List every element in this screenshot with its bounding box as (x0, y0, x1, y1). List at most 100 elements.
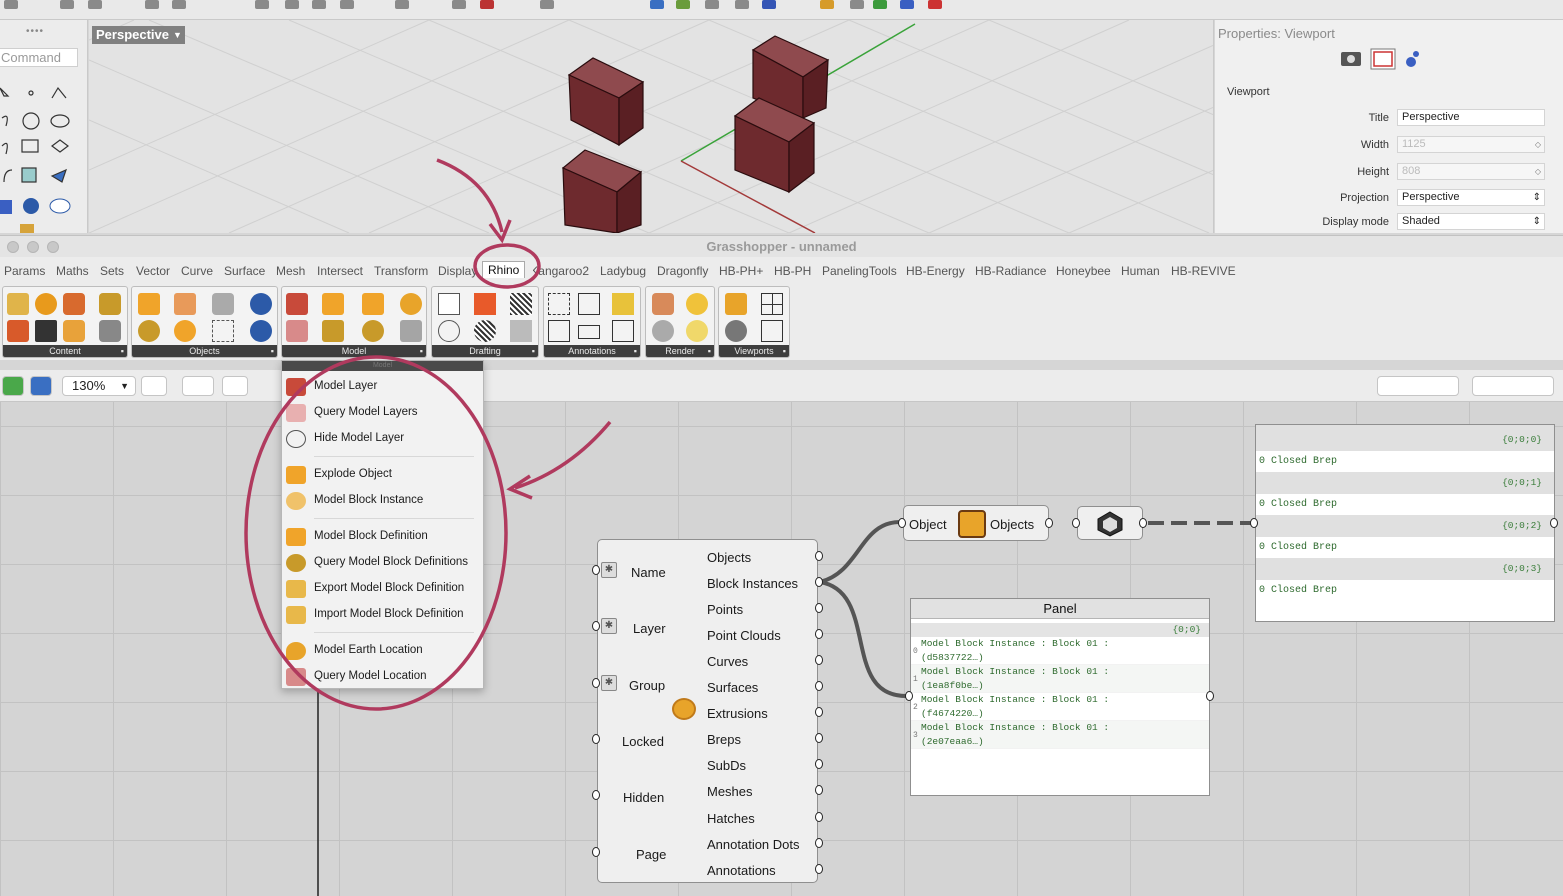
component-icon[interactable] (322, 320, 344, 342)
tab-kangaroo2[interactable]: Kangaroo2 (533, 264, 589, 278)
output-port[interactable] (815, 629, 823, 639)
block-icon[interactable] (362, 293, 384, 315)
input-port[interactable] (592, 678, 600, 688)
tab-params[interactable]: Params (4, 264, 45, 278)
menu-item-import-model-block-definition[interactable]: Import Model Block Definition (282, 604, 483, 626)
input-name[interactable]: Name (631, 565, 666, 580)
input-port[interactable] (592, 790, 600, 800)
output-port[interactable] (815, 785, 823, 795)
query-icon[interactable] (652, 320, 674, 342)
input-port[interactable] (592, 847, 600, 857)
tab-rhino[interactable]: Rhino (482, 261, 526, 278)
zoom-icon[interactable] (395, 0, 409, 9)
input-port[interactable] (898, 518, 906, 528)
tab-intersect[interactable]: Intersect (317, 264, 363, 278)
tab-hb-radiance[interactable]: HB-Radiance (975, 264, 1046, 278)
display-mode-buttons[interactable] (1472, 376, 1554, 396)
input-page[interactable]: Page (636, 847, 666, 862)
tab-hb-revive[interactable]: HB-REVIVE (1171, 264, 1236, 278)
open-icon[interactable] (2, 376, 24, 396)
output-point-clouds[interactable]: Point Clouds (707, 628, 781, 643)
tool-icon[interactable] (735, 0, 749, 9)
title-field[interactable]: Perspective (1397, 109, 1545, 126)
copy-icon[interactable] (172, 0, 186, 9)
zoom-icon[interactable] (312, 0, 326, 9)
menu-item-model-block-definition[interactable]: Model Block Definition (282, 526, 483, 548)
projection-select[interactable]: Perspective ⇕ (1397, 189, 1545, 206)
tool-icon[interactable] (540, 0, 554, 9)
query-icon[interactable] (686, 320, 708, 342)
menu-item-model-layer[interactable]: Model Layer (282, 376, 483, 398)
ribbon-group-objects[interactable]: Objects ▪ (131, 286, 278, 358)
height-field[interactable]: 808 ◇ (1397, 163, 1545, 180)
brep-output-panel[interactable]: {0;0;0} 0 Closed Brep {0;0;1} 0 Closed B… (1255, 424, 1555, 622)
box-icon[interactable] (138, 293, 160, 315)
sphere-icon[interactable] (250, 293, 272, 315)
tool-icon[interactable] (255, 0, 269, 9)
tool-icon[interactable] (705, 0, 719, 9)
tab-hb-ph-plus[interactable]: HB-PH+ (719, 264, 763, 278)
light-icon[interactable] (686, 293, 708, 315)
save-icon[interactable] (30, 376, 52, 396)
grid-icon[interactable] (174, 293, 196, 315)
query-model-objects-component[interactable]: ✱ Name ✱ Layer ✱ Group Locked Hidden Pag… (597, 539, 818, 883)
menu-item-model-block-instance[interactable]: Model Block Instance (282, 490, 483, 512)
component-icon[interactable] (99, 320, 121, 342)
output-meshes[interactable]: Meshes (707, 784, 753, 799)
display-mode-select[interactable]: Shaded ⇕ (1397, 213, 1545, 230)
brush-icon[interactable] (212, 293, 234, 315)
query-icon[interactable] (761, 320, 783, 342)
perspective-viewport[interactable]: Perspective ▼ (89, 20, 1214, 233)
output-port[interactable] (815, 864, 823, 874)
tool-icon[interactable] (820, 0, 834, 9)
input-port[interactable] (1072, 518, 1080, 528)
tab-vector[interactable]: Vector (136, 264, 170, 278)
output-surfaces[interactable]: Surfaces (707, 680, 758, 695)
output-port[interactable] (1139, 518, 1147, 528)
camera-icon[interactable] (725, 320, 747, 342)
sketch-icon[interactable] (222, 376, 248, 396)
query-layers-icon[interactable] (286, 320, 308, 342)
output-port[interactable] (1045, 518, 1053, 528)
output-curves[interactable]: Curves (707, 654, 748, 669)
command-input[interactable]: Command (0, 48, 78, 67)
material-icon[interactable] (652, 293, 674, 315)
output-port[interactable] (1550, 518, 1558, 528)
output-hatches[interactable]: Hatches (707, 811, 755, 826)
input-port[interactable] (1250, 518, 1258, 528)
tab-curve[interactable]: Curve (181, 264, 213, 278)
explode-object-component[interactable]: Object Objects (903, 505, 1049, 541)
tab-dragonfly[interactable]: Dragonfly (657, 264, 708, 278)
dimension-icon[interactable] (548, 320, 570, 342)
menu-item-model-earth-location[interactable]: Model Earth Location (282, 640, 483, 662)
eye-icon[interactable] (182, 376, 214, 396)
menu-item-explode-object[interactable]: Explode Object (282, 464, 483, 486)
input-layer[interactable]: Layer (633, 621, 666, 636)
menu-item-query-model-layers[interactable]: Query Model Layers (282, 402, 483, 424)
tool-icon[interactable] (873, 0, 887, 9)
explode-input[interactable]: Object (909, 517, 947, 532)
leader-icon[interactable] (578, 293, 600, 315)
component-icon[interactable] (63, 320, 85, 342)
table-icon[interactable] (438, 293, 460, 315)
info-icon[interactable] (35, 293, 57, 315)
zoom-icon[interactable] (340, 0, 354, 9)
output-objects[interactable]: Objects (707, 550, 751, 565)
ribbon-group-annotations[interactable]: Annotations ▪ (543, 286, 641, 358)
component-icon[interactable] (7, 293, 29, 315)
menu-item-query-model-location[interactable]: Query Model Location (282, 666, 483, 688)
hatch-icon[interactable] (474, 320, 496, 342)
tool-icon[interactable] (650, 0, 664, 9)
output-port[interactable] (815, 577, 823, 587)
output-port[interactable] (815, 812, 823, 822)
output-breps[interactable]: Breps (707, 732, 741, 747)
layer-icon[interactable] (286, 293, 308, 315)
output-port[interactable] (815, 551, 823, 561)
location-icon[interactable] (400, 293, 422, 315)
component-icon[interactable] (174, 320, 196, 342)
tool-icon[interactable] (4, 0, 18, 9)
tab-hb-energy[interactable]: HB-Energy (906, 264, 965, 278)
viewport-grid-icon[interactable] (761, 293, 783, 315)
query-icon[interactable] (138, 320, 160, 342)
tab-human[interactable]: Human (1121, 264, 1160, 278)
